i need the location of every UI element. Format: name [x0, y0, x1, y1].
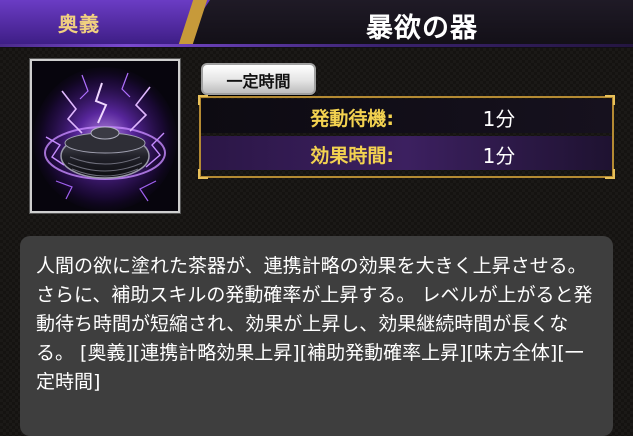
- skill-header: 奥義 暴欲の器: [0, 0, 633, 48]
- frame-corner: [605, 95, 615, 105]
- frame-corner: [198, 95, 208, 105]
- skill-description: 人間の欲に塗れた茶器が、連携計略の効果を大きく上昇させる。さらに、補助スキルの発…: [36, 255, 593, 393]
- frame-corner: [605, 169, 615, 179]
- purple-lightning-incense-burner-icon: [32, 61, 178, 211]
- skill-type-tag: [0, 0, 210, 44]
- stats-frame: [198, 95, 615, 179]
- skill-description-panel: 人間の欲に塗れた茶器が、連携計略の効果を大きく上昇させる。さらに、補助スキルの発…: [20, 236, 613, 436]
- skill-title: 暴欲の器: [366, 13, 478, 44]
- header-divider: [0, 44, 633, 47]
- skill-stats: 発動待機: 1分 効果時間: 1分: [198, 95, 615, 179]
- duration-type-badge: 一定時間: [201, 63, 316, 95]
- duration-type-label: 一定時間: [226, 72, 291, 91]
- frame-corner: [198, 169, 208, 179]
- skill-icon: [30, 59, 180, 213]
- skill-type-label: 奥義: [58, 12, 100, 36]
